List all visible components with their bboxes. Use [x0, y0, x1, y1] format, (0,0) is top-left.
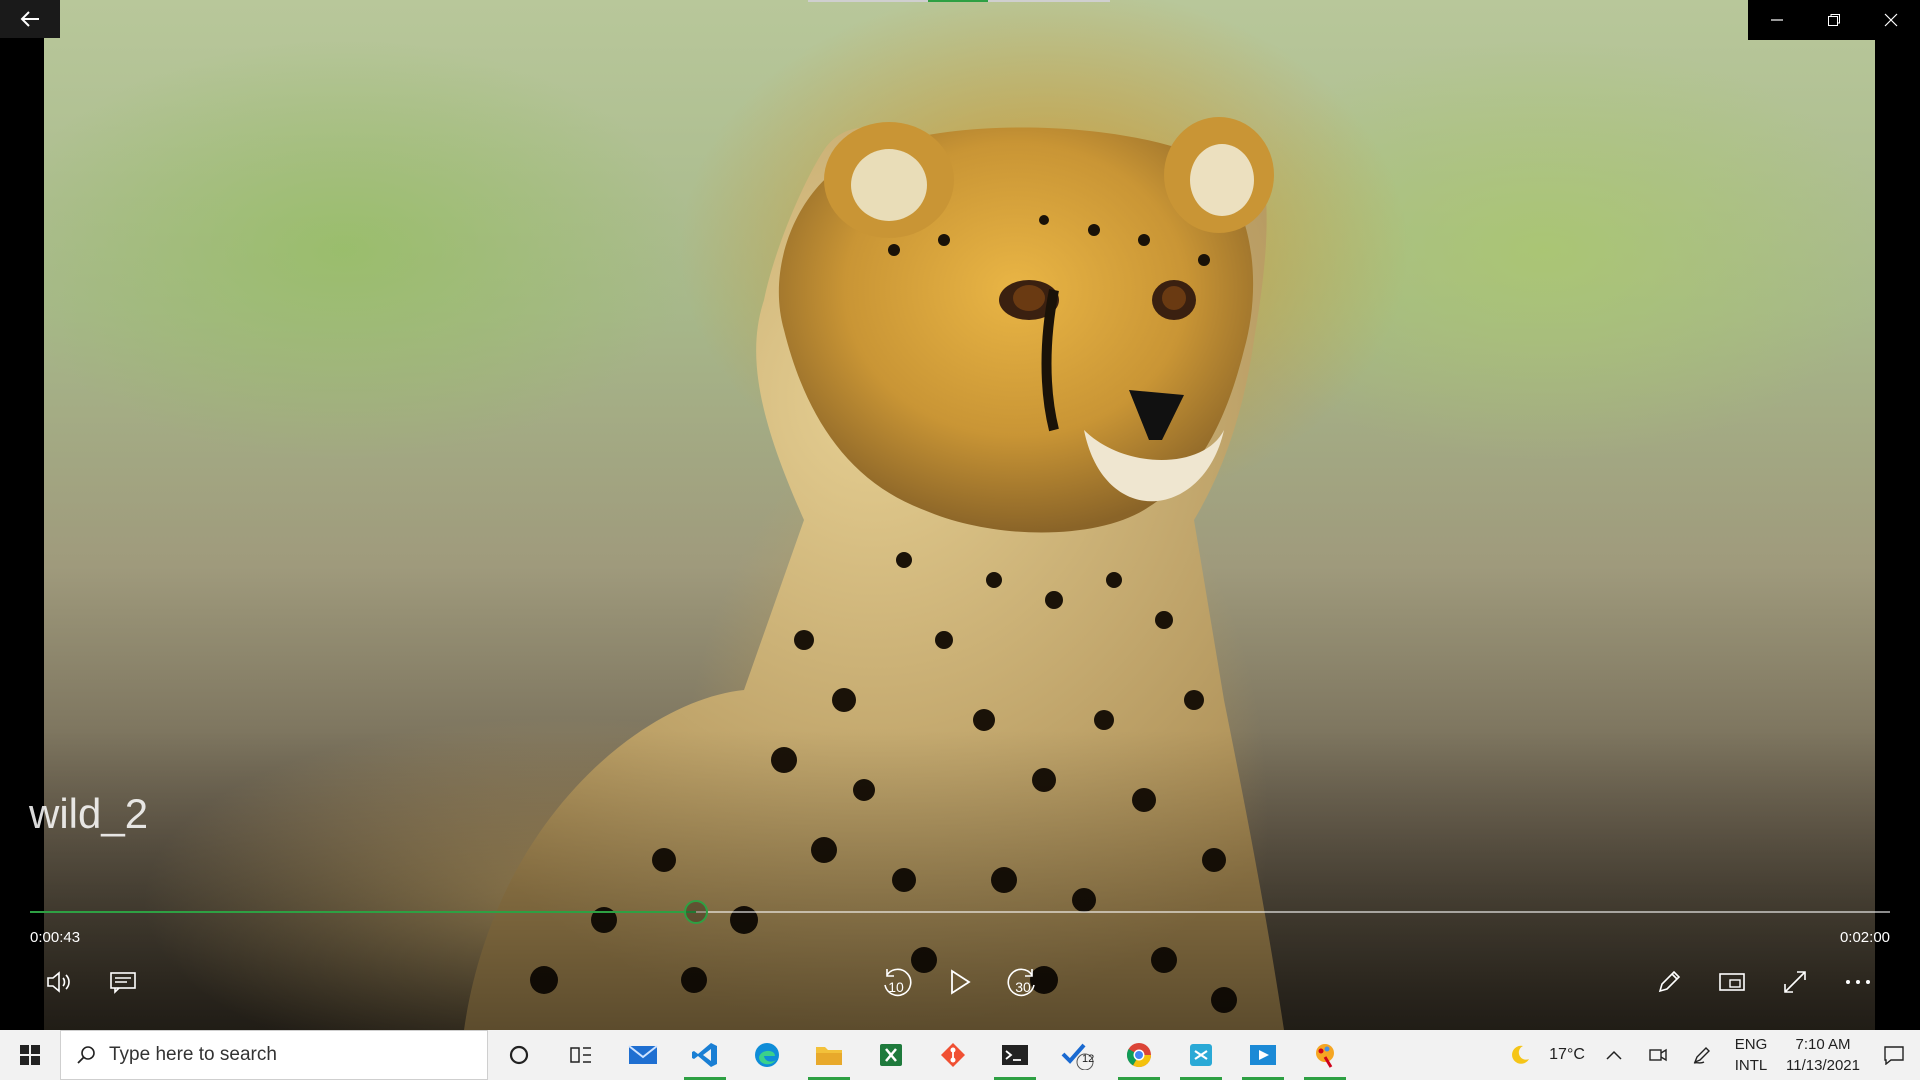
weather-button[interactable] — [1498, 1030, 1542, 1080]
moon-icon — [1512, 1045, 1530, 1064]
git-icon — [941, 1043, 965, 1067]
video-frame[interactable] — [44, 0, 1875, 1030]
close-icon — [1884, 13, 1897, 27]
fullscreen-icon — [1784, 971, 1806, 993]
clock-button[interactable]: 7:10 AM 11/13/2021 — [1778, 1034, 1868, 1076]
taskbar-vscode[interactable] — [674, 1030, 736, 1080]
close-button[interactable] — [1862, 0, 1919, 40]
movies-tv-icon — [1250, 1045, 1276, 1065]
start-button[interactable] — [0, 1030, 60, 1080]
vscode-icon — [692, 1043, 717, 1067]
clock-time: 7:10 AM — [1795, 1036, 1851, 1053]
skip-forward-button[interactable]: 30 — [1001, 962, 1045, 1002]
taskbar-edge[interactable] — [736, 1030, 798, 1080]
skip-forward-label: 30 — [1015, 979, 1031, 995]
clock-date: 11/13/2021 — [1786, 1057, 1860, 1074]
todo-badge: 12 — [1082, 1053, 1095, 1065]
taskbar-search-box[interactable]: Type here to search — [60, 1030, 488, 1080]
taskbar-file-explorer[interactable] — [798, 1030, 860, 1080]
video-player[interactable]: wild_2 0:00:43 0:02:00 10 30 — [0, 0, 1920, 1030]
weather-temperature[interactable]: 17°C — [1542, 1030, 1592, 1080]
play-button[interactable] — [938, 962, 982, 1002]
subtitles-button[interactable] — [101, 962, 145, 1002]
volume-button[interactable] — [38, 962, 82, 1002]
taskbar-excel-app[interactable] — [860, 1030, 922, 1080]
seek-bar-thumb[interactable] — [683, 900, 708, 924]
pen-workspace-button[interactable] — [1680, 1030, 1724, 1080]
keyboard-layout-label: INTL — [1734, 1057, 1768, 1074]
spreadsheet-icon — [880, 1044, 902, 1066]
pencil-icon — [1658, 970, 1681, 993]
input-language-button[interactable]: ENG INTL — [1724, 1030, 1778, 1080]
chrome-icon — [1126, 1043, 1151, 1068]
action-center-button[interactable] — [1868, 1030, 1920, 1080]
seek-bar[interactable] — [30, 900, 1890, 924]
chevron-up-icon — [1606, 1050, 1622, 1060]
taskbar-terminal[interactable] — [984, 1030, 1046, 1080]
skip-back-label: 10 — [888, 979, 904, 995]
minimize-icon — [1770, 19, 1783, 21]
taskbar: Type here to search 12 17°C ENG INTL 7:1… — [0, 1030, 1920, 1080]
skip-back-button[interactable]: 10 — [874, 962, 918, 1002]
taskbar-git-app[interactable] — [922, 1030, 984, 1080]
edge-icon — [755, 1043, 779, 1067]
restore-button[interactable] — [1805, 0, 1862, 40]
window-controls — [1748, 0, 1920, 40]
taskbar-snip-app[interactable] — [1170, 1030, 1232, 1080]
notification-icon — [1884, 1046, 1904, 1065]
arrow-left-icon — [20, 11, 39, 27]
show-hidden-icons-button[interactable] — [1592, 1030, 1636, 1080]
terminal-icon — [1002, 1045, 1028, 1065]
mini-view-icon — [1719, 973, 1745, 991]
current-time: 0:00:43 — [30, 929, 81, 946]
play-icon — [951, 969, 971, 995]
subtitles-icon — [110, 972, 136, 994]
camera-icon — [1649, 1048, 1667, 1062]
more-icon — [1846, 980, 1870, 984]
paint-icon — [1316, 1044, 1334, 1068]
fullscreen-button[interactable] — [1773, 962, 1817, 1002]
total-time: 0:02:00 — [1839, 929, 1890, 946]
task-view-button[interactable] — [550, 1030, 612, 1080]
pen-icon — [1693, 1047, 1711, 1064]
meet-now-button[interactable] — [1636, 1030, 1680, 1080]
taskbar-chrome[interactable] — [1108, 1030, 1170, 1080]
taskbar-mail[interactable] — [612, 1030, 674, 1080]
search-placeholder: Type here to search — [109, 1044, 277, 1065]
taskbar-paint-app[interactable] — [1294, 1030, 1356, 1080]
top-indicator-active — [928, 0, 988, 2]
cortana-button[interactable] — [488, 1030, 550, 1080]
edit-button[interactable] — [1647, 962, 1691, 1002]
search-icon — [77, 1046, 95, 1064]
restore-icon — [1827, 14, 1840, 26]
media-title: wild_2 — [29, 790, 149, 837]
minimize-button[interactable] — [1748, 0, 1805, 40]
cortana-icon — [509, 1045, 529, 1065]
folder-icon — [816, 1047, 842, 1065]
mail-icon — [628, 1045, 658, 1064]
taskbar-todo[interactable]: 12 — [1046, 1030, 1108, 1080]
back-button[interactable] — [0, 0, 60, 38]
volume-icon — [47, 971, 70, 993]
task-view-icon — [570, 1047, 591, 1063]
mini-view-button[interactable] — [1710, 962, 1754, 1002]
language-label: ENG — [1734, 1036, 1768, 1053]
more-options-button[interactable] — [1836, 962, 1880, 1002]
system-tray: 17°C ENG INTL 7:10 AM 11/13/2021 — [1498, 1030, 1920, 1080]
seek-bar-progress — [30, 911, 696, 913]
taskbar-media-player[interactable] — [1232, 1030, 1294, 1080]
windows-icon — [20, 1045, 40, 1065]
snip-icon — [1190, 1044, 1212, 1066]
